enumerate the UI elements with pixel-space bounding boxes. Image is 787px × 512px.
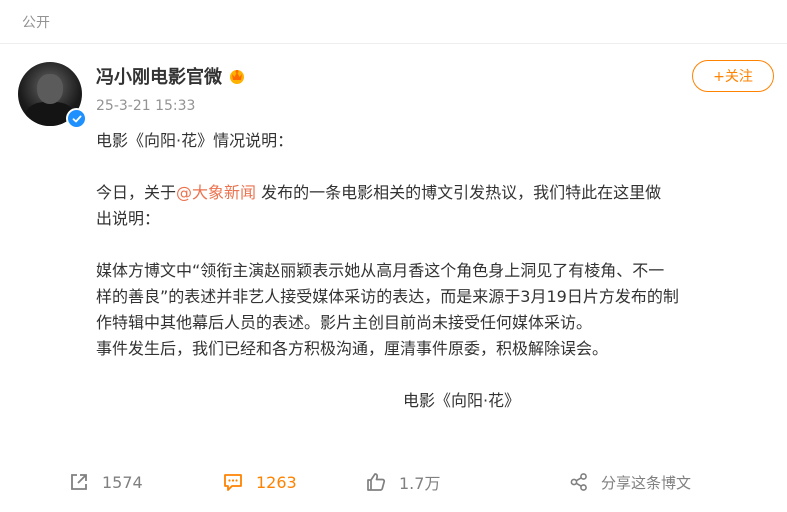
verified-icon [66,108,87,129]
like-count: 1.7万 [399,474,441,493]
visibility-label: 公开 [22,15,50,31]
share-icon [570,473,587,491]
paragraph-2-line-3: 作特辑中其他幕后人员的表述。影片主创目前尚未接受任何媒体采访。 [96,313,593,332]
paragraph-1-line-2: 出说明： [96,209,161,228]
vip-crown-icon [230,70,244,84]
comment-icon [224,474,242,491]
post-time[interactable]: 25-3-21 15:33 [96,98,195,114]
paragraph-1: 今日，关于@大象新闻 发布的一条电影相关的博文引发热议，我们特此在这里做 [96,183,662,202]
author-name[interactable]: 冯小刚电影官微 [96,63,222,89]
avatar[interactable] [18,62,87,129]
mention-link[interactable]: @大象新闻 [176,183,256,202]
comment-button[interactable]: 1263 [222,462,297,502]
action-toolbar: 1574 1263 1.7万 分享这条博文 [0,462,787,502]
repost-icon [71,474,87,490]
paragraph-2-line-2: 样的善良”的表述并非艺人接受媒体采访的表达，而是来源于3月19日片方发布的制 [96,287,679,306]
thumbs-up-icon [367,473,386,491]
comment-count: 1263 [256,472,297,492]
post-content: 电影《向阳·花》情况说明： 今日，关于@大象新闻 发布的一条电影相关的博文引发热… [96,128,762,414]
post-title-line: 电影《向阳·花》情况说明： [96,131,294,150]
share-label: 分享这条博文 [601,473,692,492]
share-button[interactable]: 分享这条博文 [569,462,691,502]
paragraph-2-line-1: 媒体方博文中“领衔主演赵丽颖表示她从高月香这个角色身上洞见了有棱角、不一 [96,261,665,280]
follow-button[interactable]: +关注 [692,60,774,92]
follow-label: +关注 [713,69,753,85]
signature: 电影《向阳·花》 [402,391,521,410]
author-row: 冯小刚电影官微 [96,63,246,89]
repost-button[interactable]: 1574 [68,462,143,502]
repost-count: 1574 [102,472,143,492]
like-button[interactable]: 1.7万 [365,462,440,502]
top-bar: 公开 [0,0,787,44]
paragraph-3: 事件发生后，我们已经和各方积极沟通，厘清事件原委，积极解除误会。 [96,339,609,358]
